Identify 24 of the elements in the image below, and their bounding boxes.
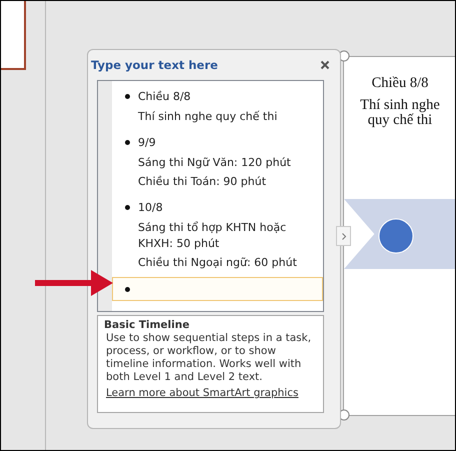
chevron-icon bbox=[340, 232, 346, 240]
bullet-text[interactable]: 9/9 bbox=[138, 136, 156, 148]
bullet-text[interactable]: 10/8 bbox=[138, 200, 163, 214]
expand-pane-button[interactable] bbox=[336, 226, 351, 246]
close-icon[interactable] bbox=[320, 60, 330, 70]
slide-subtext: Thí sinh nghe quy chế thi bbox=[359, 98, 441, 128]
layout-description: Use to show sequential steps in a task, process, or workflow, or to show timeline information. Works well with both Level 1 and Level 2 text. bbox=[105, 332, 312, 384]
bullet-icon bbox=[125, 204, 130, 210]
text-editor[interactable]: Chiều 8/8 Thí sinh nghe quy chế thi 9/9 Sáng thi Ngữ Văn: 120 phút Chiều thi Toán: 90 phút 10/8 Sáng thi tổ hợp KHTN hoặc KHXH: 50 phút Chiều thi Ngoại ngữ: 60 phút bbox=[97, 80, 324, 312]
bullet-icon bbox=[125, 94, 130, 98]
sub-bullet-text[interactable]: Sáng thi Ngữ Văn: 120 phút bbox=[112, 155, 323, 171]
bullet-icon bbox=[125, 286, 130, 292]
sub-bullet-text[interactable]: Sáng thi tổ hợp KHTN hoặc KHXH: 50 phút bbox=[112, 220, 323, 252]
sub-bullet-text[interactable]: Thí sinh nghe quy chế thi bbox=[112, 109, 323, 125]
slide-thumbnail[interactable] bbox=[1, 1, 26, 70]
learn-more-link[interactable]: Learn more about SmartArt graphics bbox=[106, 387, 298, 399]
bullet-text[interactable]: Chiều 8/8 bbox=[138, 90, 191, 102]
timeline-circle bbox=[378, 218, 414, 254]
slide-heading: Chiều 8/8 bbox=[370, 75, 430, 92]
sub-bullet-text[interactable]: Chiều thi Toán: 90 phút bbox=[112, 174, 323, 190]
sub-bullet-text[interactable]: Chiều thi Ngoại ngữ: 60 phút bbox=[112, 255, 323, 271]
layout-name: Basic Timeline bbox=[104, 319, 190, 331]
pane-title: Type your text here bbox=[91, 58, 218, 72]
bullet-icon bbox=[125, 140, 130, 144]
